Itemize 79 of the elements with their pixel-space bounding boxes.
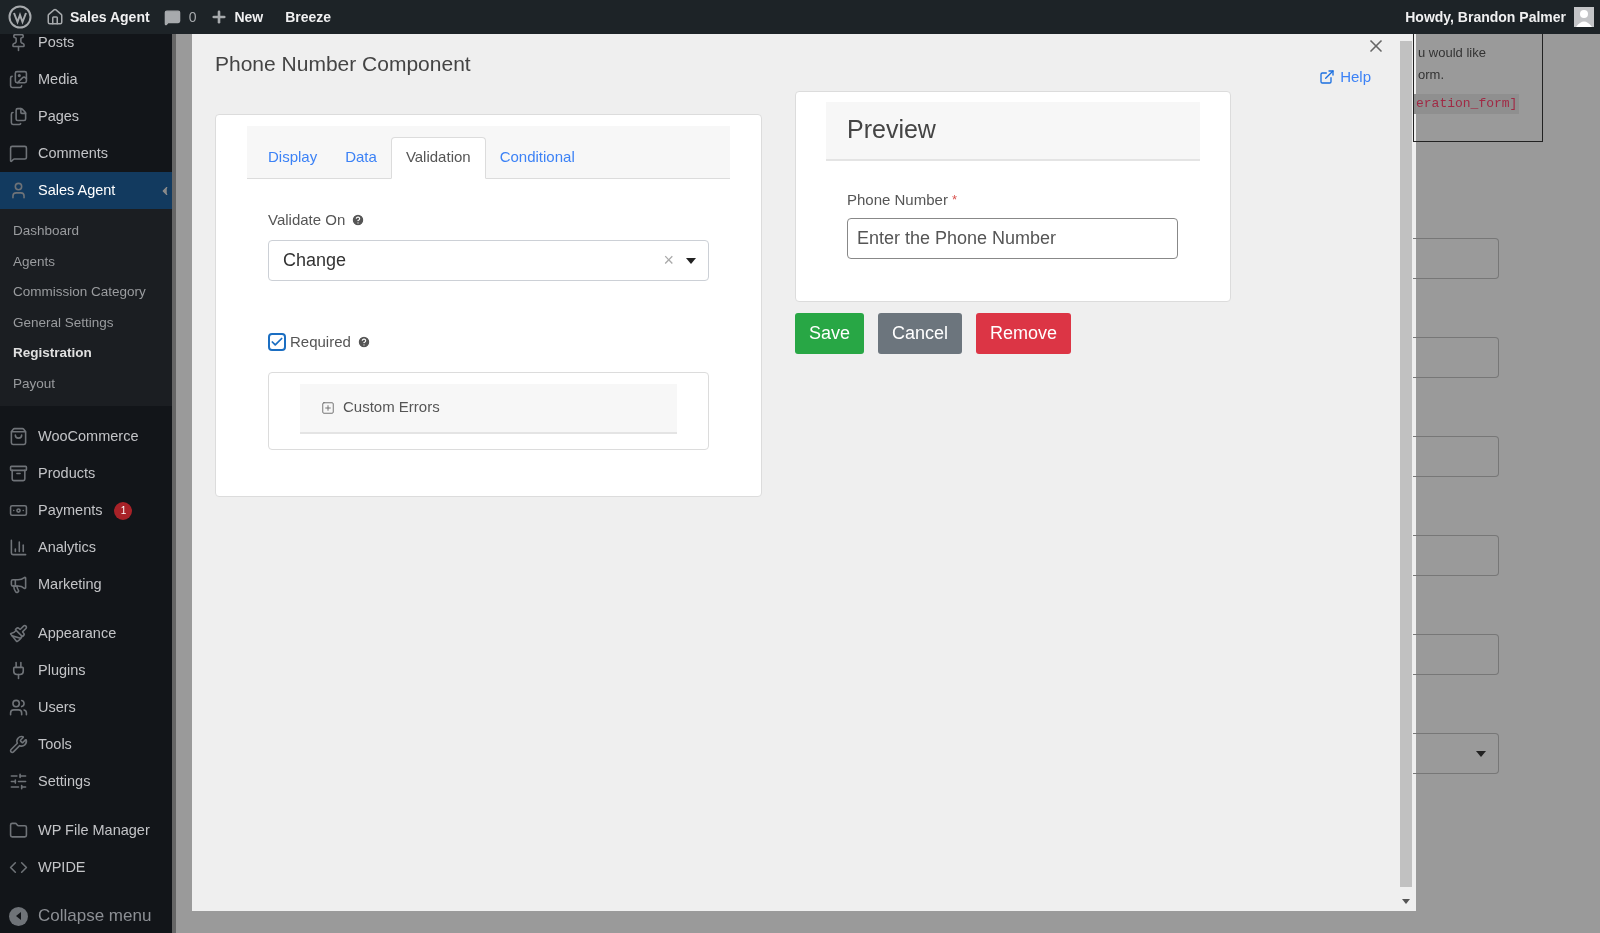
submenu-item[interactable]: Payout [0,368,172,399]
breeze-link[interactable]: Breeze [285,6,332,28]
shortcode-text: eration_form] [1414,94,1520,114]
megaphone-icon [9,575,28,594]
help-icon[interactable] [351,212,366,227]
modal-title: Phone Number Component [215,51,471,77]
background-input[interactable] [1413,535,1499,576]
preview-heading: Preview [847,114,936,146]
pin-icon [9,34,28,52]
sidebar-item[interactable]: Media [0,61,172,98]
paintbrush-icon [9,624,28,643]
pages-icon [9,107,28,126]
sidebar-item[interactable]: Plugins [0,652,172,689]
background-input[interactable] [1413,238,1499,279]
sidebar-item[interactable]: Pages [0,98,172,135]
sidebar-item[interactable]: Settings [0,763,172,800]
background-input[interactable] [1413,634,1499,675]
archive-icon [9,464,28,483]
validate-on-select[interactable]: Change × [268,240,709,281]
field-label: Validate On [268,209,346,230]
tab[interactable]: Conditional [485,136,589,179]
wrench-icon [9,735,28,754]
required-checkbox[interactable] [268,333,286,352]
comment-icon[interactable] [163,8,181,26]
sidebar-item[interactable]: Tools [0,726,172,763]
background-input[interactable] [1413,337,1499,378]
sidebar-item[interactable]: Posts [0,34,172,61]
checkbox-label: Required [290,332,351,352]
sidebar-item[interactable]: Analytics [0,529,172,566]
required-asterisk: * [951,191,957,209]
phone-number-input[interactable]: Enter the Phone Number [847,218,1178,259]
background-text: u would like [1417,44,1487,62]
scroll-down-icon[interactable] [1402,899,1410,904]
field-label: Phone Number [847,189,948,210]
sidebar-item[interactable]: Payments 1 [0,492,172,529]
collapse-icon [9,906,28,926]
external-link-icon [1319,69,1336,86]
sidebar-item[interactable]: WPIDE [0,849,172,886]
sidebar-item[interactable]: Sales Agent [0,172,172,209]
action-button[interactable]: Cancel [878,313,963,354]
folder-icon [9,821,28,840]
sidebar-item[interactable]: WooCommerce [0,418,172,455]
person-icon [9,181,28,200]
scrollbar-thumb[interactable] [1400,41,1412,887]
sidebar-item[interactable]: Appearance [0,615,172,652]
submenu-item[interactable]: Commission Category [0,277,172,308]
users-icon [9,698,28,717]
sliders-icon [9,772,28,791]
bar-chart-icon [9,538,28,557]
caret-icon [686,257,696,264]
plus-box-icon [321,400,335,415]
collapse-menu-button[interactable]: Collapse menu [0,896,172,933]
sidebar-item[interactable]: WP File Manager [0,812,172,849]
submenu-item[interactable]: Dashboard [0,216,172,247]
submenu-item[interactable]: General Settings [0,307,172,338]
count-badge: 1 [114,501,133,520]
background-text: orm. [1417,66,1445,84]
home-icon[interactable] [46,8,64,26]
action-button[interactable]: Remove [976,313,1072,354]
images-icon [9,70,28,89]
custom-errors-panel-header[interactable]: Custom Errors [300,383,677,434]
site-name-link[interactable]: Sales Agent [70,6,150,28]
submenu-item[interactable]: Agents [0,246,172,277]
sidebar-item[interactable]: Products [0,455,172,492]
sidebar-item[interactable]: Marketing [0,566,172,603]
tab[interactable]: Validation [390,136,486,179]
background-select[interactable] [1413,733,1499,774]
bag-icon [9,427,28,446]
sidebar-item[interactable]: Comments [0,135,172,172]
help-icon[interactable] [356,335,371,350]
caret-icon [1476,750,1486,757]
comment-count[interactable]: 0 [188,6,197,28]
greeting-link[interactable]: Howdy, Brandon Palmer [1405,6,1566,28]
speech-bubble-icon [9,144,28,163]
new-link[interactable]: New [234,6,264,28]
wordpress-logo-icon[interactable] [8,5,32,29]
sidebar-item[interactable]: Users [0,689,172,726]
background-input[interactable] [1413,436,1499,477]
submenu-item[interactable]: Registration [0,338,172,369]
